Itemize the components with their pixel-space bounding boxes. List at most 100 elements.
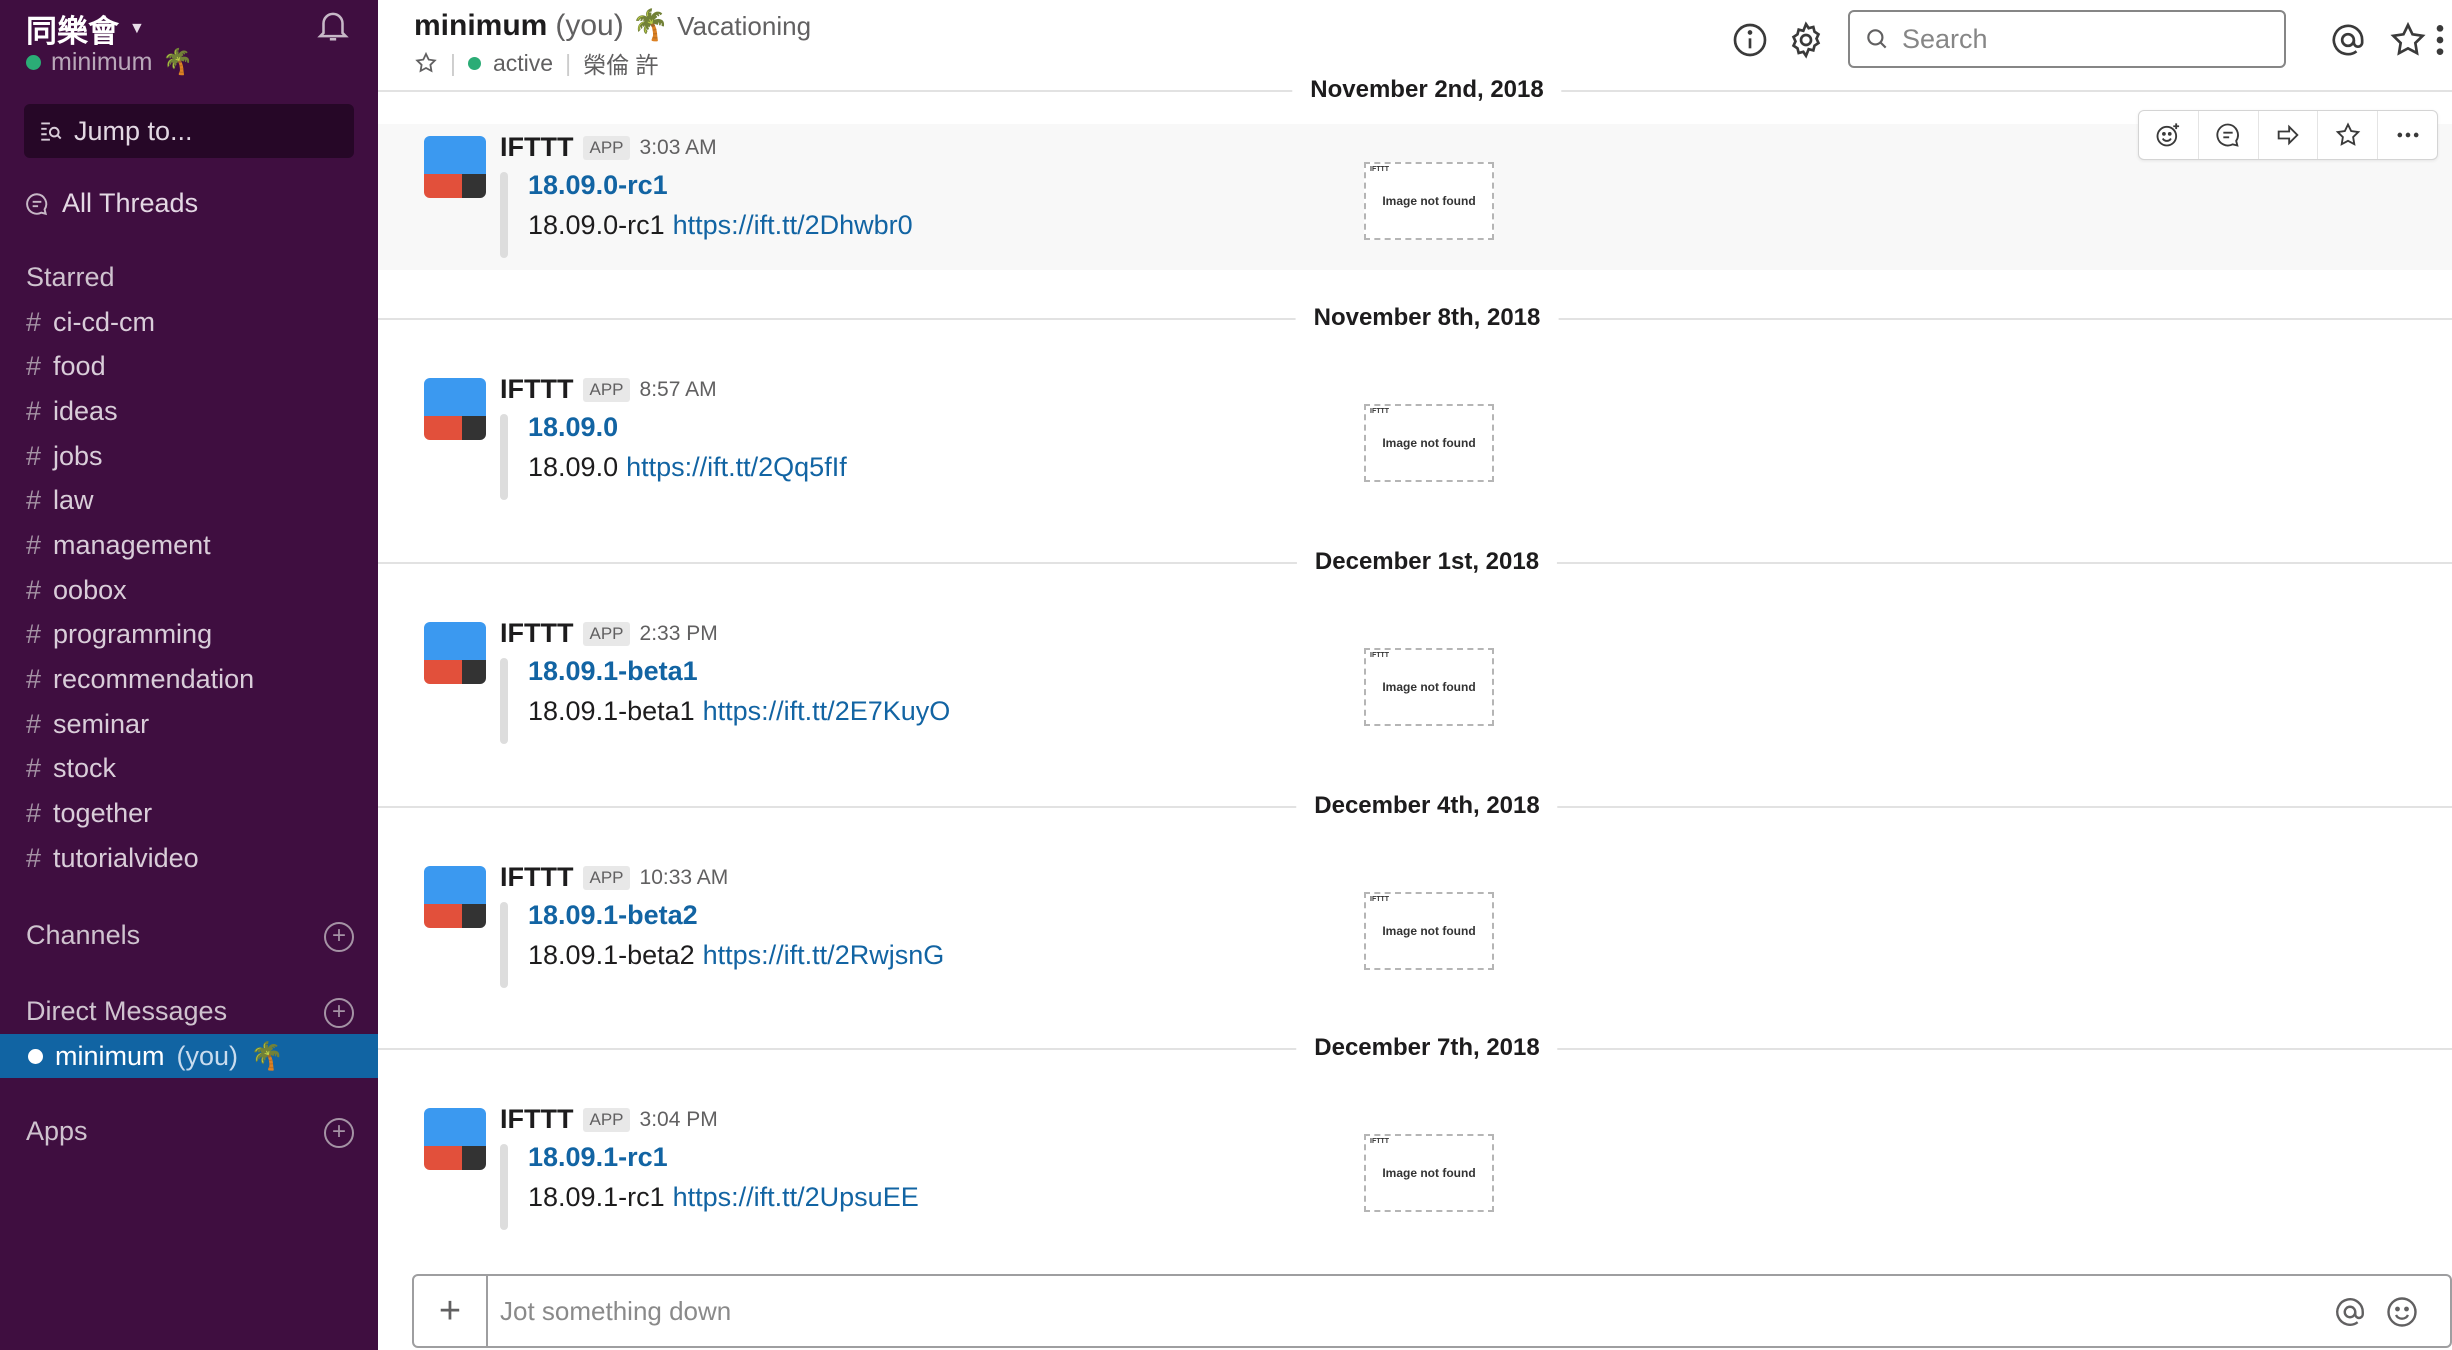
star-message-button[interactable] — [2318, 111, 2379, 159]
attach-file-button[interactable]: + — [414, 1276, 488, 1346]
avatar[interactable] — [424, 378, 486, 440]
sidebar-channel[interactable]: # oobox — [26, 568, 127, 612]
sender-name[interactable]: IFTTT — [500, 374, 573, 405]
attachment-link[interactable]: https://ift.tt/2E7KuyO — [703, 696, 951, 727]
attachment-title[interactable]: 18.09.1-beta2 — [528, 900, 698, 931]
mention-icon[interactable] — [2332, 1294, 2368, 1330]
avatar[interactable] — [424, 136, 486, 198]
add-channel-icon[interactable]: + — [324, 922, 354, 952]
sidebar-channel[interactable]: # ideas — [26, 389, 118, 433]
attachment-link[interactable]: https://ift.tt/2RwjsnG — [703, 940, 945, 971]
sidebar-channel[interactable]: # food — [26, 344, 106, 388]
app-badge: APP — [583, 377, 630, 402]
sender-name[interactable]: IFTTT — [500, 618, 573, 649]
attachment-body: 18.09.1-beta2 — [528, 940, 695, 970]
divider: | — [450, 49, 456, 76]
gear-icon[interactable] — [1786, 20, 1826, 60]
sidebar-channel[interactable]: # recommendation — [26, 657, 254, 701]
add-reaction-button[interactable] — [2139, 111, 2199, 159]
day-label[interactable]: November 2nd, 2018 — [1292, 70, 1562, 110]
add-app-icon[interactable]: + — [324, 1118, 354, 1148]
day-label[interactable]: November 8th, 2018 — [1295, 298, 1559, 338]
sender-name[interactable]: IFTTT — [500, 862, 573, 893]
current-user-status[interactable]: minimum 🌴 — [26, 48, 194, 77]
timestamp[interactable]: 8:57 AM — [640, 378, 717, 402]
add-dm-icon[interactable]: + — [324, 998, 354, 1028]
timestamp[interactable]: 2:33 PM — [640, 622, 718, 646]
attachment-thumbnail[interactable]: IFTTT Image not found — [1364, 1134, 1494, 1212]
message[interactable]: IFTTT APP 2:33 PM 18.09.1-beta1 18.09.1-… — [378, 610, 2452, 756]
attachment-link[interactable]: https://ift.tt/2UpsuEE — [673, 1182, 919, 1213]
message[interactable]: IFTTT APP 10:33 AM 18.09.1-beta2 18.09.1… — [378, 854, 2452, 1000]
attachment-thumbnail[interactable]: IFTTT Image not found — [1364, 162, 1494, 240]
day-label[interactable]: December 1st, 2018 — [1296, 542, 1558, 582]
attachment-thumbnail[interactable]: IFTTT Image not found — [1364, 892, 1494, 970]
starred-items-icon[interactable] — [2388, 20, 2428, 60]
bell-icon[interactable] — [314, 6, 352, 44]
attachment-title[interactable]: 18.09.0-rc1 — [528, 170, 668, 201]
day-label[interactable]: December 4th, 2018 — [1296, 786, 1558, 826]
image-not-found: Image not found — [1382, 436, 1476, 450]
sidebar-channel[interactable]: # law — [26, 478, 94, 522]
timestamp[interactable]: 3:03 AM — [640, 136, 717, 160]
mentions-icon[interactable] — [2328, 20, 2368, 60]
search-input[interactable]: Search — [1848, 10, 2286, 68]
timestamp[interactable]: 10:33 AM — [640, 866, 729, 890]
avatar[interactable] — [424, 866, 486, 928]
apps-section-title[interactable]: Apps — [26, 1116, 88, 1147]
attachment-title[interactable]: 18.09.1-beta1 — [528, 656, 698, 687]
divider: | — [565, 49, 572, 76]
attachment-text: 18.09.1-beta2 https://ift.tt/2RwjsnG — [528, 940, 944, 971]
all-threads-item[interactable]: All Threads — [24, 188, 198, 219]
sidebar-channel[interactable]: # stock — [26, 746, 116, 790]
sidebar: 同樂會 ▼ minimum 🌴 Jump to... All Threads S… — [0, 0, 378, 1350]
sidebar-channel[interactable]: # seminar — [26, 702, 149, 746]
sender-name[interactable]: IFTTT — [500, 1104, 573, 1135]
message[interactable]: IFTTT APP 3:04 PM 18.09.1-rc1 18.09.1-rc… — [378, 1096, 2452, 1242]
channel-name[interactable]: minimum — [414, 9, 547, 43]
attachment-link[interactable]: https://ift.tt/2Dhwbr0 — [673, 210, 913, 241]
emoji-icon[interactable] — [2384, 1294, 2420, 1330]
hash-icon: # — [26, 708, 42, 739]
avatar[interactable] — [424, 1108, 486, 1170]
sidebar-channel[interactable]: # management — [26, 523, 211, 567]
team-name-menu[interactable]: 同樂會 ▼ — [26, 6, 145, 51]
attachment-thumbnail[interactable]: IFTTT Image not found — [1364, 648, 1494, 726]
channel-label: together — [53, 797, 153, 828]
sidebar-channel[interactable]: # jobs — [26, 434, 103, 478]
channel-label: law — [53, 484, 94, 515]
timestamp[interactable]: 3:04 PM — [640, 1108, 718, 1132]
message[interactable]: IFTTT APP 8:57 AM 18.09.0 18.09.0 https:… — [378, 366, 2452, 512]
channel-label: recommendation — [53, 663, 255, 694]
channels-section-title[interactable]: Channels — [26, 920, 140, 951]
message-input[interactable]: Jot something down — [500, 1296, 731, 1327]
jump-search-icon — [41, 122, 62, 141]
sidebar-channel[interactable]: # ci-cd-cm — [26, 300, 155, 344]
share-arrow-icon — [2277, 124, 2299, 146]
message-sender: IFTTT APP 10:33 AM — [500, 862, 728, 893]
attachment-thumbnail[interactable]: IFTTT Image not found — [1364, 404, 1494, 482]
info-icon[interactable] — [1730, 20, 1770, 60]
star-icon[interactable] — [414, 51, 438, 75]
day-label[interactable]: December 7th, 2018 — [1296, 1028, 1558, 1068]
channel-label: management — [53, 529, 211, 560]
sender-name[interactable]: IFTTT — [500, 132, 573, 163]
share-button[interactable] — [2259, 111, 2319, 159]
attachment-title[interactable]: 18.09.0 — [528, 412, 618, 443]
start-thread-button[interactable] — [2199, 111, 2259, 159]
jump-to-button[interactable]: Jump to... — [24, 104, 354, 158]
more-actions-button[interactable] — [2378, 111, 2437, 159]
sidebar-channel[interactable]: # together — [26, 791, 152, 835]
attachment-link[interactable]: https://ift.tt/2Qq5fIf — [626, 452, 847, 483]
sidebar-dm-minimum[interactable]: minimum (you) 🌴 — [0, 1034, 378, 1078]
attachment-title[interactable]: 18.09.1-rc1 — [528, 1142, 668, 1173]
avatar[interactable] — [424, 622, 486, 684]
sidebar-channel[interactable]: # tutorialvideo — [26, 836, 199, 880]
more-vertical-icon[interactable] — [2432, 20, 2448, 60]
channel-you-label: (you) — [555, 9, 624, 42]
dm-section-title[interactable]: Direct Messages — [26, 996, 227, 1027]
starred-section-title[interactable]: Starred — [26, 262, 115, 293]
add-reaction-icon — [2156, 123, 2180, 147]
message[interactable]: IFTTT APP 3:03 AM 18.09.0-rc1 18.09.0-rc… — [378, 110, 2452, 270]
sidebar-channel[interactable]: # programming — [26, 612, 212, 656]
